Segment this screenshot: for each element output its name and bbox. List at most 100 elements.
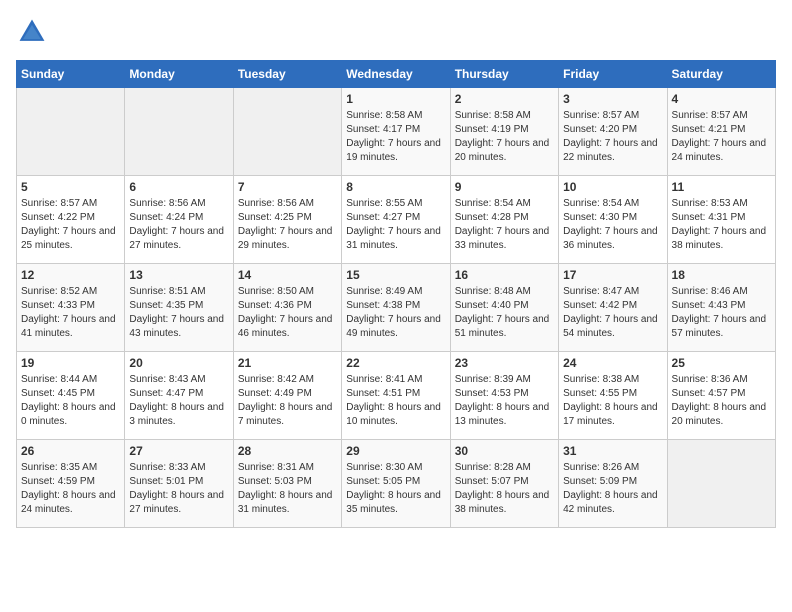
day-cell: 7 Sunrise: 8:56 AMSunset: 4:25 PMDayligh… [233,176,341,264]
day-info: Sunrise: 8:54 AMSunset: 4:30 PMDaylight:… [563,197,662,253]
day-info: Sunrise: 8:31 AMSunset: 5:03 PMDaylight:… [238,461,337,517]
day-cell [17,88,125,176]
day-number: 14 [238,268,337,282]
day-info: Sunrise: 8:42 AMSunset: 4:49 PMDaylight:… [238,373,337,429]
calendar-table: SundayMondayTuesdayWednesdayThursdayFrid… [16,60,776,528]
day-info: Sunrise: 8:48 AMSunset: 4:40 PMDaylight:… [455,285,554,341]
day-number: 25 [672,356,771,370]
day-cell: 16 Sunrise: 8:48 AMSunset: 4:40 PMDaylig… [450,264,558,352]
day-cell: 19 Sunrise: 8:44 AMSunset: 4:45 PMDaylig… [17,352,125,440]
logo-icon [16,16,48,48]
day-info: Sunrise: 8:55 AMSunset: 4:27 PMDaylight:… [346,197,445,253]
day-cell: 26 Sunrise: 8:35 AMSunset: 4:59 PMDaylig… [17,440,125,528]
day-cell: 15 Sunrise: 8:49 AMSunset: 4:38 PMDaylig… [342,264,450,352]
week-row-5: 26 Sunrise: 8:35 AMSunset: 4:59 PMDaylig… [17,440,776,528]
day-info: Sunrise: 8:56 AMSunset: 4:24 PMDaylight:… [129,197,228,253]
day-info: Sunrise: 8:50 AMSunset: 4:36 PMDaylight:… [238,285,337,341]
week-row-3: 12 Sunrise: 8:52 AMSunset: 4:33 PMDaylig… [17,264,776,352]
day-number: 5 [21,180,120,194]
day-info: Sunrise: 8:57 AMSunset: 4:21 PMDaylight:… [672,109,771,165]
day-number: 8 [346,180,445,194]
day-cell: 5 Sunrise: 8:57 AMSunset: 4:22 PMDayligh… [17,176,125,264]
day-number: 15 [346,268,445,282]
day-cell: 27 Sunrise: 8:33 AMSunset: 5:01 PMDaylig… [125,440,233,528]
day-info: Sunrise: 8:58 AMSunset: 4:17 PMDaylight:… [346,109,445,165]
day-number: 4 [672,92,771,106]
day-info: Sunrise: 8:53 AMSunset: 4:31 PMDaylight:… [672,197,771,253]
day-info: Sunrise: 8:41 AMSunset: 4:51 PMDaylight:… [346,373,445,429]
day-number: 12 [21,268,120,282]
day-header-wednesday: Wednesday [342,61,450,88]
day-cell: 25 Sunrise: 8:36 AMSunset: 4:57 PMDaylig… [667,352,775,440]
day-number: 1 [346,92,445,106]
day-info: Sunrise: 8:30 AMSunset: 5:05 PMDaylight:… [346,461,445,517]
day-number: 6 [129,180,228,194]
day-number: 18 [672,268,771,282]
day-info: Sunrise: 8:57 AMSunset: 4:20 PMDaylight:… [563,109,662,165]
day-info: Sunrise: 8:36 AMSunset: 4:57 PMDaylight:… [672,373,771,429]
day-cell: 21 Sunrise: 8:42 AMSunset: 4:49 PMDaylig… [233,352,341,440]
day-number: 29 [346,444,445,458]
day-info: Sunrise: 8:51 AMSunset: 4:35 PMDaylight:… [129,285,228,341]
page-header [16,16,776,48]
day-info: Sunrise: 8:52 AMSunset: 4:33 PMDaylight:… [21,285,120,341]
day-cell: 10 Sunrise: 8:54 AMSunset: 4:30 PMDaylig… [559,176,667,264]
day-cell: 14 Sunrise: 8:50 AMSunset: 4:36 PMDaylig… [233,264,341,352]
day-number: 21 [238,356,337,370]
day-number: 10 [563,180,662,194]
day-info: Sunrise: 8:46 AMSunset: 4:43 PMDaylight:… [672,285,771,341]
day-number: 2 [455,92,554,106]
day-header-sunday: Sunday [17,61,125,88]
day-cell: 12 Sunrise: 8:52 AMSunset: 4:33 PMDaylig… [17,264,125,352]
day-info: Sunrise: 8:54 AMSunset: 4:28 PMDaylight:… [455,197,554,253]
day-info: Sunrise: 8:26 AMSunset: 5:09 PMDaylight:… [563,461,662,517]
day-info: Sunrise: 8:38 AMSunset: 4:55 PMDaylight:… [563,373,662,429]
day-cell: 4 Sunrise: 8:57 AMSunset: 4:21 PMDayligh… [667,88,775,176]
day-cell: 30 Sunrise: 8:28 AMSunset: 5:07 PMDaylig… [450,440,558,528]
day-cell: 6 Sunrise: 8:56 AMSunset: 4:24 PMDayligh… [125,176,233,264]
week-row-1: 1 Sunrise: 8:58 AMSunset: 4:17 PMDayligh… [17,88,776,176]
day-header-monday: Monday [125,61,233,88]
day-cell: 3 Sunrise: 8:57 AMSunset: 4:20 PMDayligh… [559,88,667,176]
day-number: 20 [129,356,228,370]
day-header-saturday: Saturday [667,61,775,88]
day-number: 26 [21,444,120,458]
day-cell [125,88,233,176]
day-number: 9 [455,180,554,194]
day-cell [233,88,341,176]
day-number: 17 [563,268,662,282]
day-cell: 23 Sunrise: 8:39 AMSunset: 4:53 PMDaylig… [450,352,558,440]
day-cell: 8 Sunrise: 8:55 AMSunset: 4:27 PMDayligh… [342,176,450,264]
day-number: 7 [238,180,337,194]
day-cell: 20 Sunrise: 8:43 AMSunset: 4:47 PMDaylig… [125,352,233,440]
day-number: 24 [563,356,662,370]
day-info: Sunrise: 8:44 AMSunset: 4:45 PMDaylight:… [21,373,120,429]
week-row-4: 19 Sunrise: 8:44 AMSunset: 4:45 PMDaylig… [17,352,776,440]
day-cell: 22 Sunrise: 8:41 AMSunset: 4:51 PMDaylig… [342,352,450,440]
day-info: Sunrise: 8:47 AMSunset: 4:42 PMDaylight:… [563,285,662,341]
day-info: Sunrise: 8:49 AMSunset: 4:38 PMDaylight:… [346,285,445,341]
day-number: 19 [21,356,120,370]
day-number: 16 [455,268,554,282]
day-cell: 18 Sunrise: 8:46 AMSunset: 4:43 PMDaylig… [667,264,775,352]
day-info: Sunrise: 8:39 AMSunset: 4:53 PMDaylight:… [455,373,554,429]
day-cell: 11 Sunrise: 8:53 AMSunset: 4:31 PMDaylig… [667,176,775,264]
week-row-2: 5 Sunrise: 8:57 AMSunset: 4:22 PMDayligh… [17,176,776,264]
logo [16,16,52,48]
day-cell: 13 Sunrise: 8:51 AMSunset: 4:35 PMDaylig… [125,264,233,352]
day-cell: 2 Sunrise: 8:58 AMSunset: 4:19 PMDayligh… [450,88,558,176]
day-number: 22 [346,356,445,370]
day-cell: 17 Sunrise: 8:47 AMSunset: 4:42 PMDaylig… [559,264,667,352]
day-info: Sunrise: 8:33 AMSunset: 5:01 PMDaylight:… [129,461,228,517]
day-info: Sunrise: 8:43 AMSunset: 4:47 PMDaylight:… [129,373,228,429]
day-cell: 1 Sunrise: 8:58 AMSunset: 4:17 PMDayligh… [342,88,450,176]
header-row: SundayMondayTuesdayWednesdayThursdayFrid… [17,61,776,88]
day-cell: 31 Sunrise: 8:26 AMSunset: 5:09 PMDaylig… [559,440,667,528]
day-info: Sunrise: 8:28 AMSunset: 5:07 PMDaylight:… [455,461,554,517]
day-number: 28 [238,444,337,458]
day-cell: 29 Sunrise: 8:30 AMSunset: 5:05 PMDaylig… [342,440,450,528]
day-number: 30 [455,444,554,458]
day-info: Sunrise: 8:35 AMSunset: 4:59 PMDaylight:… [21,461,120,517]
day-info: Sunrise: 8:56 AMSunset: 4:25 PMDaylight:… [238,197,337,253]
day-header-thursday: Thursday [450,61,558,88]
